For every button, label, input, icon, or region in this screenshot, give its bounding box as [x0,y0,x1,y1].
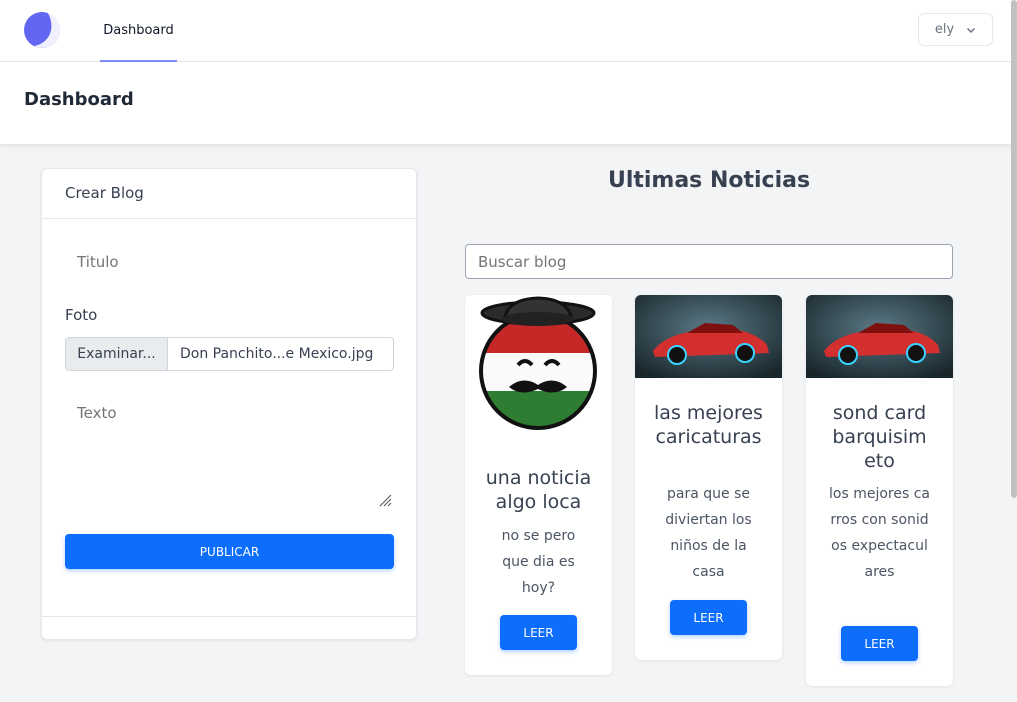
news-card-title: sond card barquisimeto [832,402,927,472]
search-blog-input[interactable] [465,244,953,279]
foto-file-input[interactable]: Examinar... Don Panchito...e Mexico.jpg [65,337,394,371]
news-card: sond card barquisimeto los mejores carro… [806,295,953,686]
page-title: Dashboard [24,89,134,110]
news-card-title: una noticia algo loca [485,467,592,513]
scrollbar[interactable] [1011,0,1017,498]
file-name: Don Panchito...e Mexico.jpg [180,346,374,362]
leer-button[interactable]: LEER [500,615,577,650]
leer-button[interactable]: LEER [841,626,918,661]
red-car-image [806,295,953,378]
chevron-down-icon [967,27,976,33]
card-footer-divider [42,616,416,617]
titulo-input[interactable] [65,245,394,279]
logo-icon[interactable] [24,12,60,48]
news-card: las mejores caricaturas para que se divi… [635,295,782,660]
news-card-text: no se pero que dia es hoy? [501,528,576,596]
news-card-title: las mejores caricaturas [654,402,763,448]
resize-handle-icon[interactable] [376,491,392,507]
news-card-text: los mejores carros con sonidos expectacu… [829,486,930,580]
browse-button[interactable]: Examinar... [66,338,168,370]
publish-button[interactable]: PUBLICAR [65,534,394,569]
create-blog-title: Crear Blog [42,169,416,219]
leer-button[interactable]: LEER [670,600,747,635]
user-name: ely [934,22,955,37]
news-title: Ultimas Noticias [607,168,811,193]
news-card: una noticia algo loca no se pero que dia… [465,295,612,675]
user-dropdown[interactable]: ely [918,13,993,46]
top-navigation: Dashboard ely [0,0,1017,62]
mexicoball-image [465,295,612,443]
foto-label: Foto [65,306,98,324]
nav-dashboard-link[interactable]: Dashboard [100,0,177,62]
red-car-image [635,295,782,378]
create-blog-card: Crear Blog Foto Examinar... Don Panchito… [41,168,417,640]
page-header: Dashboard [0,62,1017,144]
texto-textarea[interactable] [65,397,394,509]
news-card-text: para que se diviertan los niños de la ca… [665,486,752,580]
